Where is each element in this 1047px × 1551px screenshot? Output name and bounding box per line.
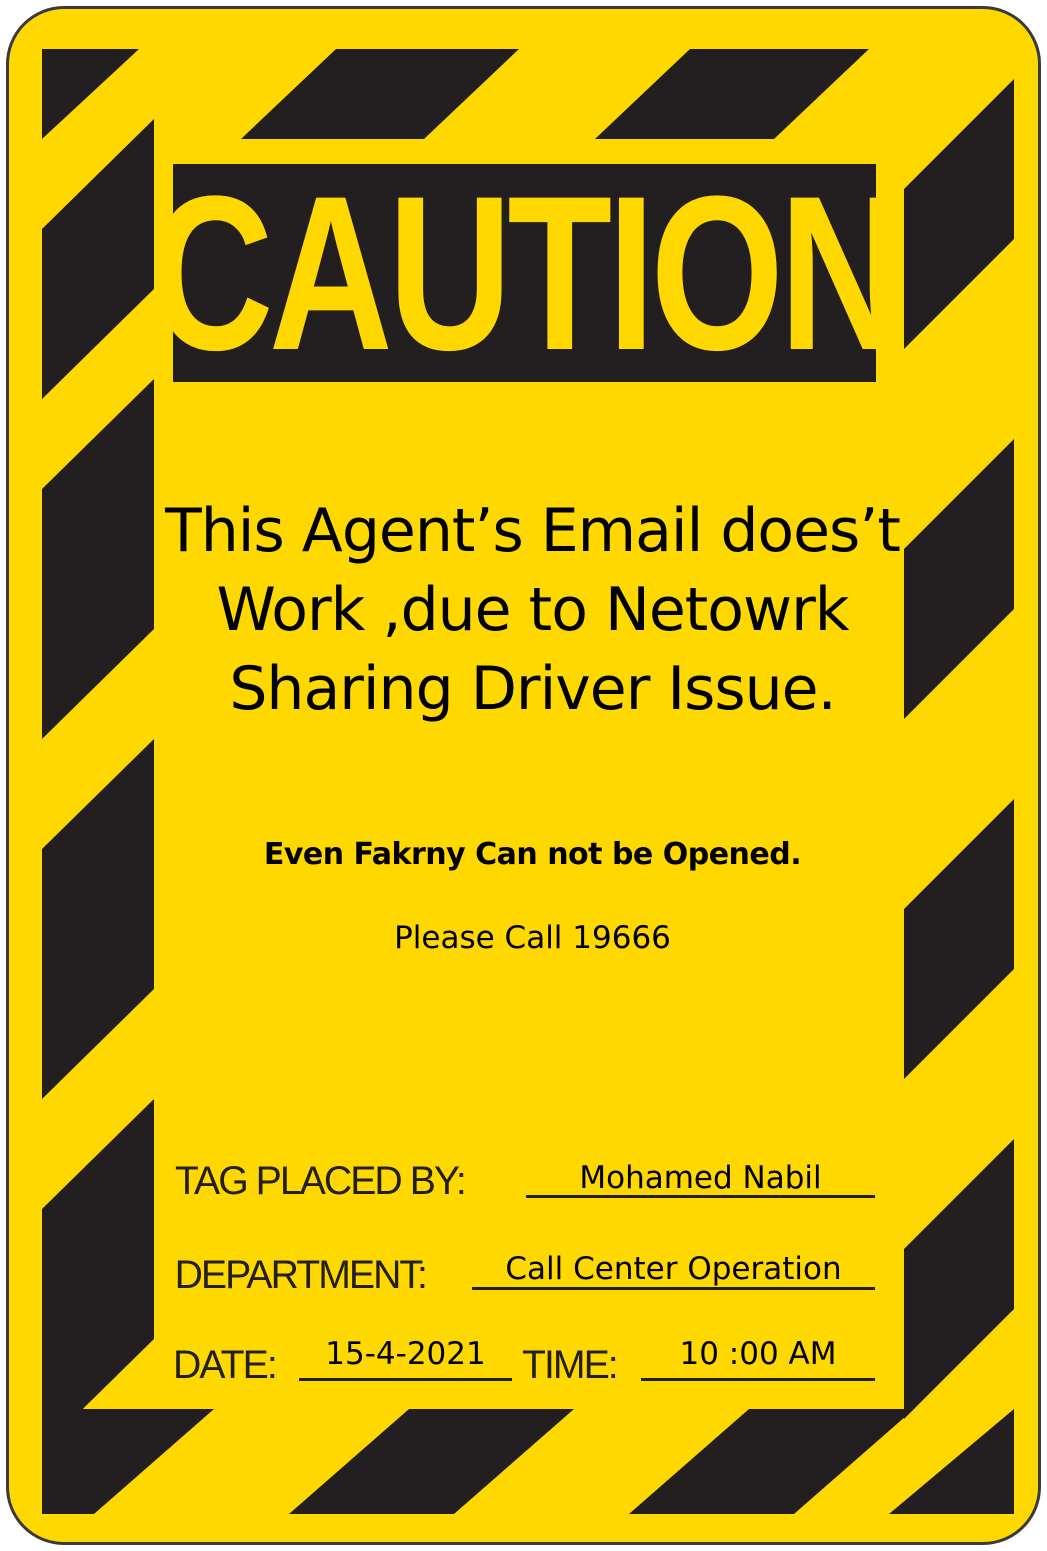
stripe [889,1409,1014,1514]
stripe [42,1409,214,1514]
department-field: DEPARTMENT: [172,1253,429,1298]
stripe [42,739,154,1099]
placed-by-label: TAG PLACED BY: [174,1159,467,1203]
stripe [42,379,154,739]
date-field: DATE: [172,1343,278,1388]
date-value: 15-4-2021 [325,1336,486,1372]
note-message: Even Fakrny Can not be Opened. [263,837,802,872]
stripe [595,49,869,139]
time-label: TIME: [521,1343,619,1387]
stripe [42,119,154,399]
time-field: TIME: [521,1343,619,1388]
stripe [42,1099,154,1449]
caution-banner: CAUTION [150,163,904,383]
stripe [904,439,1014,719]
placed-by-field: TAG PLACED BY: [172,1159,468,1204]
department-value: Call Center Operation [505,1251,842,1287]
stripe [241,49,519,139]
department-line [472,1287,875,1290]
placed-by-value: Mohamed Nabil [579,1160,822,1196]
date-label: DATE: [173,1343,278,1387]
main-message: This Agent’s Email does’t Work ,due to N… [165,496,901,724]
stripe [629,1409,914,1514]
call-message: Please Call 19666 [394,920,671,956]
stripe [42,49,139,139]
stripe [904,79,1014,349]
department-label: DEPARTMENT: [174,1253,428,1297]
stripe [904,1139,1014,1419]
caution-tag: CAUTION This Agent’s Email does’t Work ,… [6,6,1041,1545]
time-line [641,1378,875,1381]
stripe [289,1409,574,1514]
stripe [904,799,1014,1079]
time-value: 10 :00 AM [679,1336,837,1372]
caution-heading: CAUTION [150,150,904,396]
date-line [299,1378,512,1381]
